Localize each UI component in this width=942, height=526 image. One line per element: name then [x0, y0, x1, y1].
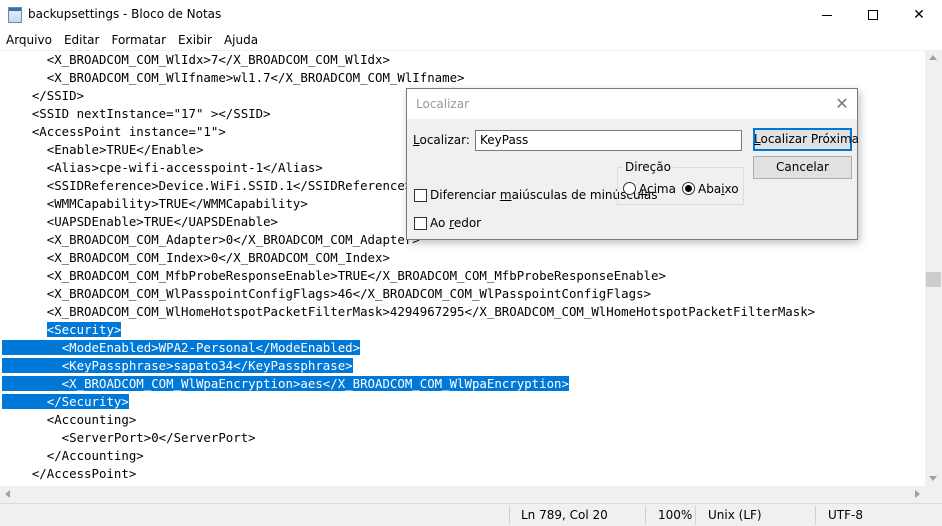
code-line: <X_BROADCOM_COM_WlIdx>7</X_BROADCOM_COM_…	[2, 52, 390, 67]
status-separator	[509, 506, 510, 525]
vertical-scroll-thumb[interactable]	[926, 272, 941, 287]
cursor-position: Ln 789, Col 20	[521, 508, 608, 522]
close-button[interactable]: ✕	[896, 0, 942, 30]
menu-formatar[interactable]: Formatar	[105, 31, 172, 50]
code-line: <UAPSDEnable>TRUE</UAPSDEnable>	[2, 214, 279, 229]
line-ending: Unix (LF)	[708, 508, 762, 522]
vertical-scrollbar[interactable]	[925, 50, 942, 486]
scroll-right-icon[interactable]	[915, 490, 920, 498]
find-dialog-title: Localizar	[416, 97, 470, 111]
code-line: <ModeEnabled>WPA2-Personal</ModeEnabled>	[2, 339, 361, 357]
zoom-level: 100%	[658, 508, 693, 522]
scroll-down-icon[interactable]	[929, 476, 937, 481]
code-line: <X_BROADCOM_COM_Adapter>0</X_BROADCOM_CO…	[2, 232, 420, 247]
menu-ajuda[interactable]: Ajuda	[218, 31, 264, 50]
direction-title: Direção	[623, 160, 673, 174]
code-line: </Security>	[2, 393, 129, 411]
menu-bar: Arquivo Editar Formatar Exibir Ajuda	[0, 31, 942, 50]
minimize-icon	[822, 14, 832, 16]
horizontal-scrollbar[interactable]	[0, 486, 925, 503]
direction-down-radio[interactable]	[682, 182, 695, 195]
code-line: <SSID nextInstance="17" ></SSID>	[2, 106, 271, 121]
find-label: Localizar:	[413, 133, 470, 147]
window-title: backupsettings - Bloco de Notas	[28, 7, 222, 21]
find-dialog-close-icon[interactable]: ✕	[832, 94, 852, 114]
direction-up-radio[interactable]	[623, 182, 636, 195]
find-dialog-titlebar[interactable]: Localizar ✕	[407, 89, 857, 119]
code-line: <ServerPort>0</ServerPort>	[2, 430, 256, 445]
title-bar: backupsettings - Bloco de Notas ✕	[0, 0, 942, 30]
status-bar: Ln 789, Col 20 100% Unix (LF) UTF-8	[0, 503, 942, 526]
code-line: <AccessPoint instance="1">	[2, 124, 226, 139]
find-dialog: Localizar ✕ Localizar: KeyPass Localizar…	[406, 88, 859, 240]
code-line: <X_BROADCOM_COM_WlHomeHotspotPacketFilte…	[2, 304, 816, 319]
menu-editar[interactable]: Editar	[58, 31, 106, 50]
scroll-left-icon[interactable]	[5, 490, 10, 498]
status-separator	[815, 506, 816, 525]
close-icon: ✕	[913, 7, 925, 23]
code-line: </SSID>	[2, 88, 85, 103]
scrollbar-corner	[925, 486, 942, 503]
direction-down-label[interactable]: Abaixo	[698, 182, 739, 196]
code-line: <Enable>TRUE</Enable>	[2, 142, 204, 157]
menu-exibir[interactable]: Exibir	[172, 31, 218, 50]
code-line: <Accounting>	[2, 412, 137, 427]
code-line: <X_BROADCOM_COM_Index>0</X_BROADCOM_COM_…	[2, 250, 390, 265]
encoding: UTF-8	[828, 508, 863, 522]
code-line: <SSIDReference>Device.WiFi.SSID.1</SSIDR…	[2, 178, 413, 193]
maximize-icon	[868, 10, 878, 20]
find-input[interactable]: KeyPass	[475, 130, 742, 151]
code-line: <KeyPassphrase>sapato34</KeyPassphrase>	[2, 357, 353, 375]
code-line: <Security>	[46, 322, 122, 337]
minimize-button[interactable]	[804, 0, 850, 30]
code-line: <X_BROADCOM_COM_WlPasspointConfigFlags>4…	[2, 286, 652, 301]
cancel-button[interactable]: Cancelar	[753, 156, 852, 179]
wrap-around-label[interactable]: Ao redor	[430, 216, 481, 230]
wrap-around-checkbox[interactable]	[414, 217, 427, 230]
code-line: </Accounting>	[2, 448, 144, 463]
scroll-up-icon[interactable]	[929, 55, 937, 60]
status-separator	[695, 506, 696, 525]
notepad-icon	[8, 7, 22, 23]
match-case-checkbox[interactable]	[414, 189, 427, 202]
code-line: <WMMCapability>TRUE</WMMCapability>	[2, 196, 308, 211]
code-line: <X_BROADCOM_COM_MfbProbeResponseEnable>T…	[2, 268, 666, 283]
find-next-button[interactable]: Localizar Próxima	[753, 128, 859, 151]
maximize-button[interactable]	[850, 0, 896, 30]
direction-up-label[interactable]: Acima	[639, 182, 676, 196]
menu-arquivo[interactable]: Arquivo	[0, 31, 58, 50]
status-separator	[645, 506, 646, 525]
code-line: </AccessPoint>	[2, 466, 137, 481]
code-line: <Alias>cpe-wifi-accesspoint-1</Alias>	[2, 160, 323, 175]
code-line: <X_BROADCOM_COM_WlWpaEncryption>aes</X_B…	[2, 375, 569, 393]
code-line: <X_BROADCOM_COM_WlIfname>wl1.7</X_BROADC…	[2, 70, 465, 85]
